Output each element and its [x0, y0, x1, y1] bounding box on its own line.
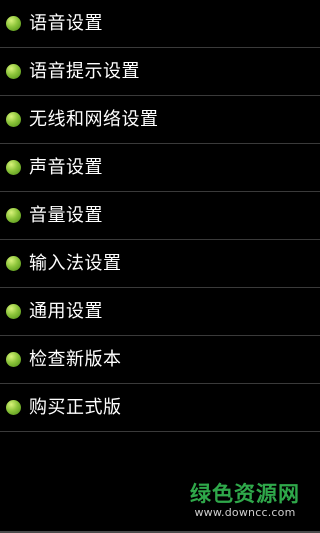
menu-item-sound-settings[interactable]: 声音设置	[0, 144, 320, 192]
menu-item-voice-settings[interactable]: 语音设置	[0, 0, 320, 48]
settings-menu: 语音设置 语音提示设置 无线和网络设置 声音设置 音量设置 输入法设置 通用设置…	[0, 0, 320, 432]
green-dot-icon	[6, 304, 21, 319]
green-dot-icon	[6, 112, 21, 127]
menu-item-label: 语音提示设置	[29, 60, 140, 82]
green-dot-icon	[6, 256, 21, 271]
green-dot-icon	[6, 400, 21, 415]
green-dot-icon	[6, 16, 21, 31]
menu-item-label: 声音设置	[29, 156, 103, 178]
menu-item-check-new-version[interactable]: 检查新版本	[0, 336, 320, 384]
watermark-url: www.downcc.com	[194, 506, 296, 519]
watermark-title: 绿色资源网	[190, 482, 300, 506]
menu-item-input-method-settings[interactable]: 输入法设置	[0, 240, 320, 288]
green-dot-icon	[6, 160, 21, 175]
menu-item-label: 无线和网络设置	[29, 108, 159, 130]
menu-item-label: 通用设置	[29, 300, 103, 322]
menu-item-label: 输入法设置	[29, 252, 122, 274]
menu-item-buy-full-version[interactable]: 购买正式版	[0, 384, 320, 432]
watermark: 绿色资源网 www.downcc.com	[190, 482, 300, 520]
menu-item-label: 检查新版本	[29, 348, 122, 370]
menu-item-label: 语音设置	[29, 12, 103, 34]
menu-item-label: 音量设置	[29, 204, 103, 226]
menu-item-voice-prompt-settings[interactable]: 语音提示设置	[0, 48, 320, 96]
green-dot-icon	[6, 64, 21, 79]
menu-item-label: 购买正式版	[29, 396, 122, 418]
menu-item-volume-settings[interactable]: 音量设置	[0, 192, 320, 240]
green-dot-icon	[6, 208, 21, 223]
green-dot-icon	[6, 352, 21, 367]
menu-item-wireless-network-settings[interactable]: 无线和网络设置	[0, 96, 320, 144]
menu-item-general-settings[interactable]: 通用设置	[0, 288, 320, 336]
